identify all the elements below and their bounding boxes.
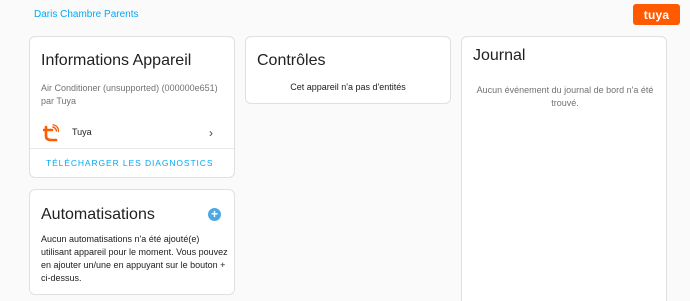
automations-empty-text: Aucun automatisations n'a été ajouté(e) … xyxy=(41,234,228,283)
controls-title: Contrôles xyxy=(257,52,326,69)
chevron-right-icon: › xyxy=(209,126,213,140)
divider xyxy=(30,148,234,149)
journal-title: Journal xyxy=(473,47,526,64)
device-by-line: par Tuya xyxy=(41,96,77,106)
controls-empty-text: Cet appareil n'a pas d'entités xyxy=(290,82,406,92)
plus-icon: + xyxy=(210,207,218,221)
download-diagnostics-button[interactable]: TÉLÉCHARGER LES DIAGNOSTICS xyxy=(46,158,213,168)
manufacturer-name: Tuya xyxy=(72,127,92,137)
automations-card: Automatisations + Aucun automatisations … xyxy=(29,189,235,295)
journal-empty-text: Aucun événement du journal de bord n'a é… xyxy=(476,85,654,108)
controls-card: Contrôles Cet appareil n'a pas d'entités xyxy=(245,36,451,104)
automations-title: Automatisations xyxy=(41,206,155,223)
journal-card: Journal Aucun événement du journal de bo… xyxy=(461,36,667,301)
tuya-logo: tuya xyxy=(633,4,680,25)
device-info-title: Informations Appareil xyxy=(41,52,192,69)
tuya-icon xyxy=(42,124,60,142)
manufacturer-row[interactable]: Tuya › xyxy=(30,119,234,147)
device-info-card: Informations Appareil Air Conditioner (u… xyxy=(29,36,235,178)
device-model-info: Air Conditioner (unsupported) (000000e65… xyxy=(41,82,231,108)
breadcrumb[interactable]: Daris Chambre Parents xyxy=(34,9,138,20)
add-automation-button[interactable]: + xyxy=(208,208,221,221)
tuya-logo-text: tuya xyxy=(643,7,670,22)
device-model: Air Conditioner (unsupported) (000000e65… xyxy=(41,83,218,93)
